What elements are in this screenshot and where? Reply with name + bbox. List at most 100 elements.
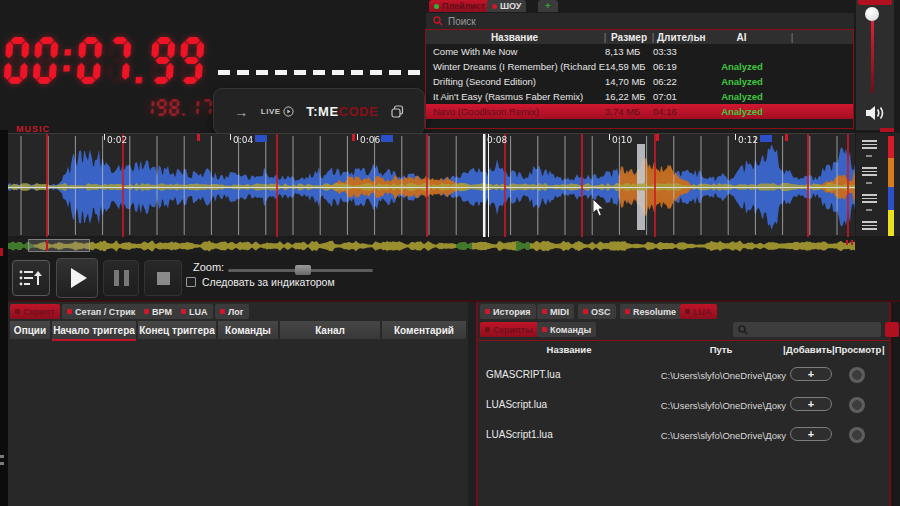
zoom-label: Zoom: [193,261,224,273]
add-script-button[interactable]: + [790,397,832,411]
layer-divider [866,182,872,184]
follow-checkbox[interactable] [186,277,196,287]
timecode-display [5,37,209,89]
col-options[interactable]: Опции [10,321,50,339]
script-row[interactable]: GMASCRIPT.lua C:\Users\slyfo\OneDrive\До… [478,360,898,390]
layer-divider [866,209,872,211]
tab-lua[interactable]: LUA [176,304,213,319]
volume-panel [856,0,894,130]
live-button[interactable]: LIVE [261,106,294,117]
play-button[interactable] [56,258,98,298]
playlist-header: Название| Размер| Длительн| AI| [426,30,854,44]
left-edge-strip [0,130,8,506]
follow-label: Следовать за индикатором [202,276,335,288]
stop-button[interactable] [144,260,182,296]
cue-list-button[interactable] [12,260,50,296]
script-row[interactable]: LUAScript1.lua C:\Users\slyfo\OneDrive\Д… [478,420,898,450]
copy-icon[interactable] [391,105,404,118]
tab-lua-right[interactable]: LUA [680,304,717,319]
layer-color-yellow [888,210,894,236]
scripts-search-input[interactable] [733,322,881,337]
view-script-radio[interactable] [849,427,865,443]
triggers-panel: Скрипт Сетап / Стрик BPM LUA Лог Опции Н… [0,302,468,506]
layer-divider [866,155,872,157]
waveform-canvas[interactable] [8,134,855,237]
tab-setup-stream[interactable]: Сетап / Стрик [62,304,140,319]
playlist-row[interactable]: Drifting (Second Edition)14,70 МБ06:22An… [426,74,854,89]
stop-icon [157,272,170,285]
track-layers-panel [856,133,900,236]
pause-icon [114,270,129,286]
mouse-cursor [592,198,606,218]
bpm-display [144,99,214,121]
col-trigger-start[interactable]: Начало триггера [52,321,136,339]
active-column-underline [52,339,136,341]
panel-border [425,29,426,129]
tab-osc[interactable]: OSC [578,304,616,319]
tab-script[interactable]: Скрипт [10,304,60,319]
add-script-button[interactable]: + [790,367,832,381]
tab-playlist[interactable]: Плейлист [429,0,490,12]
search-icon [738,325,748,335]
view-script-radio[interactable] [849,367,865,383]
tab-show[interactable]: ШОУ [487,0,526,12]
col-view[interactable]: Просмотр [835,342,881,357]
tab-history[interactable]: История [480,304,536,319]
dashed-separator [218,70,424,75]
layer-menu-icon[interactable] [862,221,877,230]
volume-slider-knob[interactable] [865,7,879,21]
subtab-commands[interactable]: Команды [537,322,596,337]
playlist-row-selected[interactable]: Navo (Goodlsson Remix)3,74 МБ04:16Analyz… [426,104,854,119]
pause-button[interactable] [103,260,139,296]
panel-border [425,128,854,129]
toolbar-panel: → LIVE T:MECODE [213,88,425,135]
view-script-radio[interactable] [849,397,865,413]
search-icon [433,16,443,26]
overview-strip[interactable] [8,238,855,253]
add-track-button[interactable]: + [538,0,558,12]
divider [478,340,890,341]
col-channel[interactable]: Канал [280,321,380,339]
playlist-row[interactable]: Come With Me Now8,13 МБ03:33 [426,44,854,59]
col-script-path[interactable]: Путь [660,342,782,357]
waveform-panel[interactable] [8,133,855,236]
playlist-search-input[interactable]: Поиск [426,13,854,29]
red-dot-icon [492,4,497,9]
panel-border [853,29,854,129]
col-comment[interactable]: Коментарий [382,321,466,339]
playlist-row[interactable]: Winter Dreams (I Remember) (Richard Earn… [426,59,854,74]
playlist-row[interactable]: It Ain't Easy (Rasmus Faber Remix)16,22 … [426,89,854,104]
app-window: MUSIC → LIVE T:MECODE Плейлист ШОУ + Пои… [0,0,900,506]
layer-menu-icon[interactable] [862,140,877,149]
tab-log[interactable]: Лог [215,304,249,319]
playlist-panel: Плейлист ШОУ + Поиск Название| Размер| Д… [425,0,855,129]
zoom-slider-knob[interactable] [295,265,311,275]
layer-menu-icon[interactable] [862,167,877,176]
play-icon [71,268,87,288]
script-row[interactable]: LUAScript.lua C:\Users\slyfo\OneDrive\До… [478,390,898,420]
tab-resolume[interactable]: Resolume [620,304,681,319]
red-marker [880,128,894,132]
layer-color-red [888,136,894,158]
volume-slider-track[interactable] [871,21,874,93]
layer-menu-icon[interactable] [862,194,877,203]
col-script-name[interactable]: Название [478,342,660,357]
live-play-icon [283,106,294,117]
scripts-panel: История MIDI OSC Resolume LUA Скрипты Ко… [478,302,889,506]
subtab-scripts[interactable]: Скрипты [480,322,538,337]
tab-midi[interactable]: MIDI [537,304,574,319]
timecode-logo: T:MECODE [306,104,378,119]
overview-canvas[interactable] [8,238,855,253]
cue-list-icon [19,268,43,288]
layer-color-orange [888,158,894,187]
volume-label [858,0,892,5]
col-commands[interactable]: Команды [218,321,278,339]
speaker-icon[interactable] [864,103,887,123]
arrow-icon[interactable]: → [234,104,248,120]
add-script-button[interactable]: + [790,427,832,441]
panel-action-button[interactable] [885,322,899,337]
col-add[interactable]: Добавить [787,342,831,357]
layer-color-blue [888,187,894,210]
col-trigger-end[interactable]: Конец триггера [138,321,216,339]
tab-bpm[interactable]: BPM [139,304,177,319]
